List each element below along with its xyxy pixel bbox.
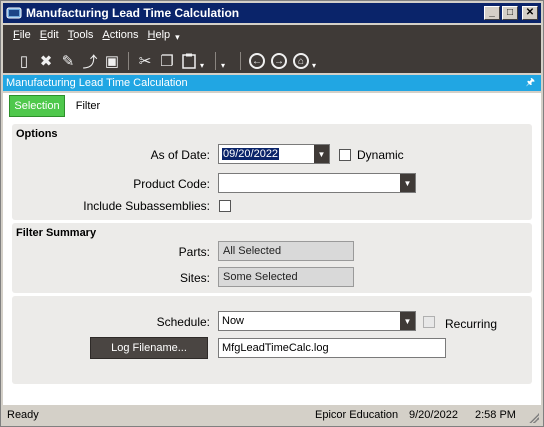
include-subassemblies-label: Include Subassemblies: — [83, 199, 210, 213]
company-name: Epicor Education — [315, 409, 399, 421]
options-title: Options — [16, 128, 58, 140]
parts-label: Parts: — [178, 245, 210, 259]
tab-filter[interactable]: Filter — [71, 95, 105, 117]
log-filename-value: MfgLeadTimeCalc.log — [222, 342, 329, 354]
delete-icon[interactable]: ✖ — [35, 51, 57, 71]
minimize-icon: _ — [489, 7, 495, 18]
maximize-button[interactable]: □ — [502, 6, 518, 20]
sites-value-field: Some Selected — [218, 267, 354, 287]
attach-icon[interactable]: ⤴ — [79, 51, 101, 71]
close-button[interactable]: ✕ — [522, 6, 538, 20]
include-subassemblies-checkbox[interactable] — [219, 200, 231, 212]
window-title: Manufacturing Lead Time Calculation — [26, 6, 240, 20]
toolbar-separator — [240, 52, 241, 70]
dynamic-checkbox[interactable] — [339, 149, 351, 161]
sites-value: Some Selected — [223, 271, 298, 283]
selection-content: Options As of Date: 09/20/2022 ▼ Dynamic… — [3, 119, 541, 405]
log-filename-button[interactable]: Log Filename... — [90, 337, 208, 359]
product-code-dropdown-icon[interactable]: ▼ — [400, 174, 415, 192]
dynamic-label: Dynamic — [357, 148, 404, 162]
schedule-value: Now — [222, 315, 245, 327]
paste-icon[interactable] — [178, 51, 200, 71]
schedule-select[interactable]: Now ▼ — [218, 311, 416, 331]
status-date: 9/20/2022 — [409, 409, 458, 421]
filter-summary-panel: Filter Summary Parts: All Selected Sites… — [12, 223, 532, 293]
copy-icon[interactable]: ❐ — [156, 51, 178, 71]
paste-dropdown-icon[interactable]: ▾ — [200, 53, 210, 70]
status-time: 2:58 PM — [475, 409, 516, 421]
home-icon[interactable]: ⌂ — [290, 51, 312, 71]
application-window: Manufacturing Lead Time Calculation _ □ … — [0, 0, 544, 427]
tab-selection[interactable]: Selection — [9, 95, 65, 117]
toolbar-area: File Edit Tools Actions Help ▾ ▯ ✖ ✎ ⤴ ▣… — [3, 25, 541, 73]
toolbar-separator — [128, 52, 129, 70]
menu-bar: File Edit Tools Actions Help ▾ — [13, 29, 180, 45]
toolbar-separator — [215, 52, 216, 70]
minimize-button[interactable]: _ — [484, 6, 500, 20]
print-preview-icon[interactable]: ▣ — [101, 51, 123, 71]
menu-help[interactable]: Help — [148, 29, 171, 45]
tool-bar: ▯ ✖ ✎ ⤴ ▣ ✂ ❐ ▾ ▾ ← → ⌂ ▾ — [13, 51, 322, 71]
recurring-checkbox[interactable] — [423, 316, 435, 328]
app-icon — [6, 7, 22, 19]
tab-strip: Selection Filter — [3, 93, 541, 119]
sites-label: Sites: — [179, 271, 210, 285]
parts-value-field: All Selected — [218, 241, 354, 261]
menu-overflow-icon[interactable]: ▾ — [175, 29, 180, 45]
status-text: Ready — [7, 409, 39, 421]
product-code-input[interactable]: ▼ — [218, 173, 416, 193]
menu-actions[interactable]: Actions — [102, 29, 138, 45]
menu-tools[interactable]: Tools — [68, 29, 94, 45]
menu-file[interactable]: File — [13, 29, 31, 45]
product-code-label: Product Code: — [133, 177, 210, 191]
resize-grip-icon[interactable] — [529, 413, 539, 423]
log-filename-input[interactable]: MfgLeadTimeCalc.log — [218, 338, 446, 358]
pin-icon[interactable]: 🖈 — [526, 75, 535, 92]
as-of-date-label: As of Date: — [150, 148, 210, 162]
back-icon[interactable]: ← — [246, 51, 268, 71]
recurring-label: Recurring — [445, 317, 498, 331]
new-icon[interactable]: ▯ — [13, 51, 35, 71]
toolbar-dropdown-icon[interactable]: ▾ — [221, 53, 235, 70]
cut-icon[interactable]: ✂ — [134, 51, 156, 71]
status-bar: Ready Epicor Education 9/20/2022 2:58 PM — [3, 405, 541, 425]
filter-summary-title: Filter Summary — [16, 227, 97, 239]
schedule-dropdown-icon[interactable]: ▼ — [400, 312, 415, 330]
title-bar: Manufacturing Lead Time Calculation _ □ … — [3, 3, 541, 23]
schedule-label: Schedule: — [156, 315, 210, 329]
parts-value: All Selected — [223, 245, 282, 257]
form-header: Manufacturing Lead Time Calculation 🖈 — [3, 75, 541, 91]
menu-edit[interactable]: Edit — [40, 29, 59, 45]
schedule-panel: Schedule: Now ▼ Recurring Log Filename..… — [12, 296, 532, 384]
as-of-date-value: 09/20/2022 — [222, 148, 280, 160]
options-panel: Options As of Date: 09/20/2022 ▼ Dynamic… — [12, 124, 532, 220]
calendar-dropdown-icon[interactable]: ▼ — [314, 145, 329, 163]
forward-icon[interactable]: → — [268, 51, 290, 71]
as-of-date-field[interactable]: 09/20/2022 ▼ — [218, 144, 330, 164]
form-title: Manufacturing Lead Time Calculation — [6, 77, 188, 89]
clear-icon[interactable]: ✎ — [57, 51, 79, 71]
close-icon: ✕ — [525, 7, 535, 18]
maximize-icon: □ — [506, 7, 514, 18]
nav-dropdown-icon[interactable]: ▾ — [312, 53, 322, 70]
